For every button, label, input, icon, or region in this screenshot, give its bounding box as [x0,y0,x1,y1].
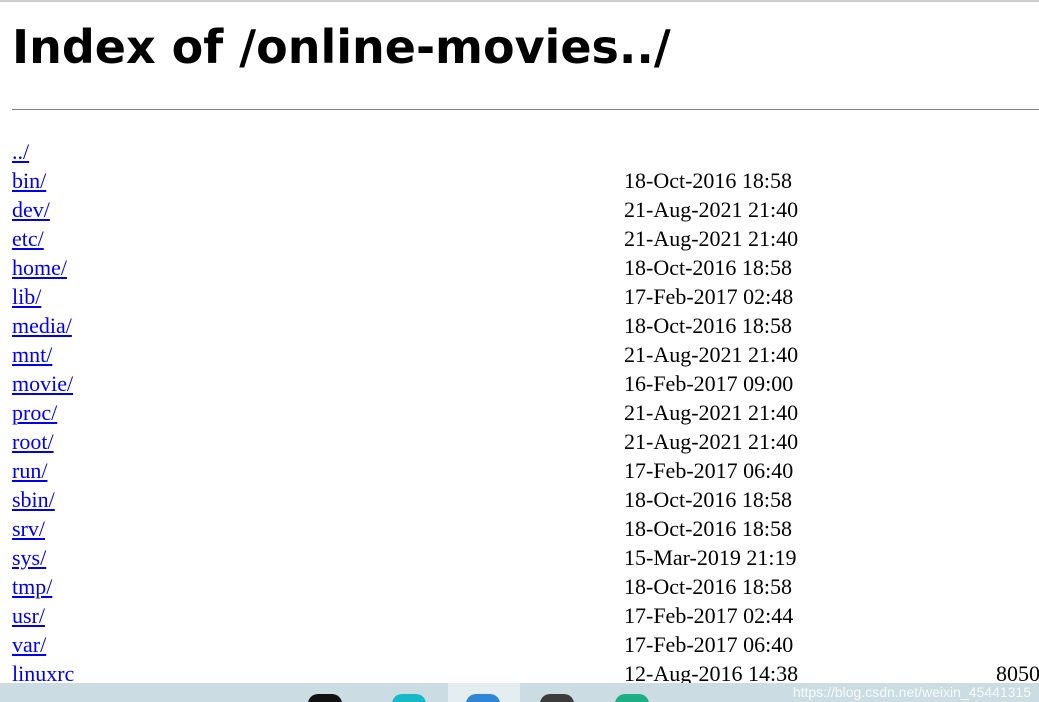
entry-date: 17-Feb-2017 02:48 [624,284,794,309]
entry-link[interactable]: srv/ [12,514,45,543]
listing-row: media/18-Oct-2016 18:58 [12,311,1039,340]
entry-date: 21-Aug-2021 21:40 [624,197,799,222]
listing-row: run/17-Feb-2017 06:40 [12,456,1039,485]
entry-date: 21-Aug-2021 21:40 [624,429,799,454]
entry-date: 18-Oct-2016 18:58 [624,574,793,599]
entry-link[interactable]: proc/ [12,398,57,427]
listing-row: tmp/18-Oct-2016 18:58 [12,572,1039,601]
listing-row: root/21-Aug-2021 21:40 [12,427,1039,456]
listing-row: var/17-Feb-2017 06:40 [12,630,1039,659]
entry-link[interactable]: movie/ [12,369,73,398]
listing-row: proc/21-Aug-2021 21:40 [12,398,1039,427]
watermark: https://blog.csdn.net/weixin_45441315 [792,684,1031,700]
entry-link[interactable]: var/ [12,630,46,659]
entry-link[interactable]: dev/ [12,195,50,224]
app-icon[interactable] [308,694,342,702]
entry-date: 18-Oct-2016 18:58 [624,487,793,512]
entry-link[interactable]: sbin/ [12,485,55,514]
entry-date: 18-Oct-2016 18:58 [624,255,793,280]
entry-date: 18-Oct-2016 18:58 [624,516,793,541]
entry-date: 18-Oct-2016 18:58 [624,168,793,193]
listing-row: sys/15-Mar-2019 21:19 [12,543,1039,572]
listing-row: etc/21-Aug-2021 21:40 [12,224,1039,253]
title-divider [12,109,1039,110]
listing-row: mnt/21-Aug-2021 21:40 [12,340,1039,369]
entry-link[interactable]: media/ [12,311,72,340]
listing-row: ../ [12,137,1039,166]
app-icon[interactable] [615,694,649,702]
browser-icon[interactable] [392,694,426,702]
entry-link[interactable]: lib/ [12,282,41,311]
entry-link[interactable]: home/ [12,253,67,282]
entry-date: 21-Aug-2021 21:40 [624,342,799,367]
listing-row: usr/17-Feb-2017 02:44 [12,601,1039,630]
listing-row: movie/16-Feb-2017 09:00 [12,369,1039,398]
entry-date: 16-Feb-2017 09:00 [624,371,794,396]
entry-link[interactable]: bin/ [12,166,46,195]
entry-date: 17-Feb-2017 06:40 [624,632,794,657]
listing-row: srv/18-Oct-2016 18:58 [12,514,1039,543]
entry-date: 15-Mar-2019 21:19 [624,545,797,570]
entry-date: 18-Oct-2016 18:58 [624,313,793,338]
window-top-edge [0,0,1039,2]
entry-link[interactable]: ../ [12,137,29,166]
directory-listing: ../bin/18-Oct-2016 18:58 dev/21-Aug-2021 … [12,137,1039,688]
taskbar: https://blog.csdn.net/weixin_45441315 [0,683,1039,702]
entry-link[interactable]: run/ [12,456,47,485]
entry-date: 21-Aug-2021 21:40 [624,400,799,425]
listing-row: dev/21-Aug-2021 21:40 [12,195,1039,224]
page-title: Index of /online-movies../ [12,20,671,74]
entry-date: 21-Aug-2021 21:40 [624,226,799,251]
listing-row: lib/17-Feb-2017 02:48 [12,282,1039,311]
listing-row: bin/18-Oct-2016 18:58 [12,166,1039,195]
entry-link[interactable]: tmp/ [12,572,52,601]
entry-link[interactable]: mnt/ [12,340,52,369]
entry-date: 17-Feb-2017 02:44 [624,603,794,628]
entry-date: 17-Feb-2017 06:40 [624,458,794,483]
listing-row: home/18-Oct-2016 18:58 [12,253,1039,282]
listing-row: sbin/18-Oct-2016 18:58 [12,485,1039,514]
entry-link[interactable]: sys/ [12,543,46,572]
entry-link[interactable]: root/ [12,427,54,456]
entry-link[interactable]: etc/ [12,224,44,253]
edge-icon[interactable] [466,694,500,702]
entry-link[interactable]: usr/ [12,601,45,630]
app-icon[interactable] [540,694,574,702]
